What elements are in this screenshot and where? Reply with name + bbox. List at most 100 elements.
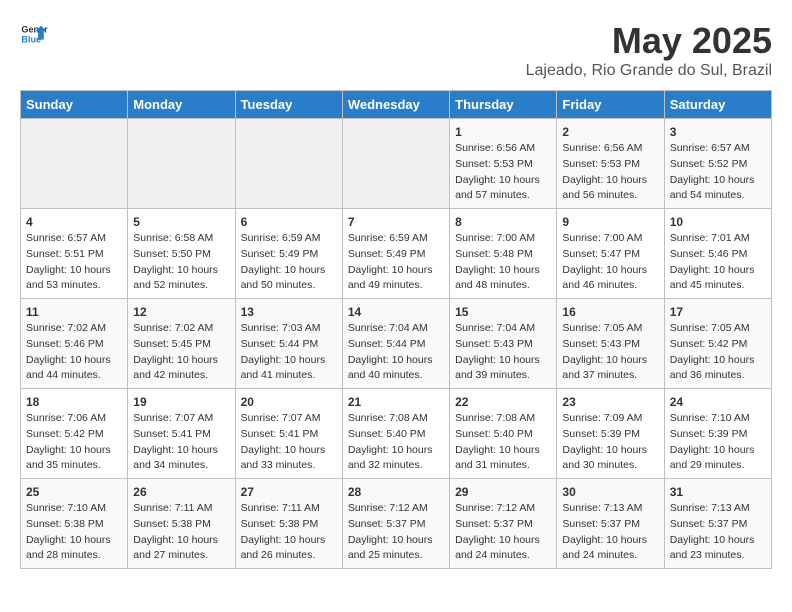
day-info-line: Sunset: 5:38 PM <box>26 517 122 533</box>
day-number: 19 <box>133 393 229 411</box>
day-info-line: and 48 minutes. <box>455 278 551 294</box>
day-number: 14 <box>348 303 444 321</box>
day-info-line: Sunrise: 7:08 AM <box>455 411 551 427</box>
day-number: 2 <box>562 123 658 141</box>
day-info-line: Sunset: 5:46 PM <box>670 247 766 263</box>
day-info-line: Daylight: 10 hours <box>455 533 551 549</box>
day-info-line: Sunset: 5:39 PM <box>670 427 766 443</box>
day-info-line: Sunset: 5:46 PM <box>26 337 122 353</box>
day-info-line: and 37 minutes. <box>562 368 658 384</box>
day-info-line: Sunrise: 6:59 AM <box>241 231 337 247</box>
day-info-line: Sunset: 5:51 PM <box>26 247 122 263</box>
calendar-subtitle: Lajeado, Rio Grande do Sul, Brazil <box>526 62 772 80</box>
day-info-line: and 24 minutes. <box>455 548 551 564</box>
day-info-line: Sunrise: 7:11 AM <box>241 501 337 517</box>
day-info-line: Sunrise: 7:02 AM <box>133 321 229 337</box>
day-number: 1 <box>455 123 551 141</box>
day-cell: 11Sunrise: 7:02 AMSunset: 5:46 PMDayligh… <box>21 299 128 389</box>
day-cell: 29Sunrise: 7:12 AMSunset: 5:37 PMDayligh… <box>450 479 557 569</box>
day-number: 13 <box>241 303 337 321</box>
day-cell: 9Sunrise: 7:00 AMSunset: 5:47 PMDaylight… <box>557 209 664 299</box>
day-info-line: Sunrise: 7:00 AM <box>562 231 658 247</box>
day-info-line: Sunset: 5:48 PM <box>455 247 551 263</box>
day-info-line: Sunset: 5:49 PM <box>348 247 444 263</box>
day-info-line: Daylight: 10 hours <box>562 173 658 189</box>
day-info-line: Sunset: 5:38 PM <box>133 517 229 533</box>
day-info-line: Sunset: 5:43 PM <box>455 337 551 353</box>
day-number: 15 <box>455 303 551 321</box>
day-cell: 17Sunrise: 7:05 AMSunset: 5:42 PMDayligh… <box>664 299 771 389</box>
day-info-line: Sunrise: 7:08 AM <box>348 411 444 427</box>
day-cell: 22Sunrise: 7:08 AMSunset: 5:40 PMDayligh… <box>450 389 557 479</box>
day-info-line: and 50 minutes. <box>241 278 337 294</box>
day-info-line: Sunrise: 6:57 AM <box>670 141 766 157</box>
day-info-line: and 25 minutes. <box>348 548 444 564</box>
day-info-line: and 31 minutes. <box>455 458 551 474</box>
day-info-line: Sunrise: 7:12 AM <box>348 501 444 517</box>
header-cell-wednesday: Wednesday <box>342 91 449 119</box>
day-info-line: Sunset: 5:47 PM <box>562 247 658 263</box>
day-cell: 15Sunrise: 7:04 AMSunset: 5:43 PMDayligh… <box>450 299 557 389</box>
day-number: 17 <box>670 303 766 321</box>
day-info-line: Daylight: 10 hours <box>133 263 229 279</box>
day-cell: 18Sunrise: 7:06 AMSunset: 5:42 PMDayligh… <box>21 389 128 479</box>
day-info-line: Sunrise: 7:13 AM <box>670 501 766 517</box>
day-info-line: Sunrise: 6:56 AM <box>562 141 658 157</box>
day-info-line: Sunset: 5:38 PM <box>241 517 337 533</box>
day-info-line: and 35 minutes. <box>26 458 122 474</box>
logo: General Blue <box>20 20 48 48</box>
day-info-line: Daylight: 10 hours <box>26 353 122 369</box>
day-info-line: Sunset: 5:42 PM <box>26 427 122 443</box>
week-row-4: 18Sunrise: 7:06 AMSunset: 5:42 PMDayligh… <box>21 389 772 479</box>
day-number: 11 <box>26 303 122 321</box>
page-header: General Blue May 2025 Lajeado, Rio Grand… <box>20 20 772 80</box>
day-info-line: and 46 minutes. <box>562 278 658 294</box>
day-cell: 25Sunrise: 7:10 AMSunset: 5:38 PMDayligh… <box>21 479 128 569</box>
day-info-line: Sunrise: 7:06 AM <box>26 411 122 427</box>
day-info-line: Sunset: 5:40 PM <box>348 427 444 443</box>
day-info-line: Sunset: 5:41 PM <box>241 427 337 443</box>
day-cell: 20Sunrise: 7:07 AMSunset: 5:41 PMDayligh… <box>235 389 342 479</box>
day-info-line: Daylight: 10 hours <box>670 173 766 189</box>
day-cell: 14Sunrise: 7:04 AMSunset: 5:44 PMDayligh… <box>342 299 449 389</box>
day-info-line: Daylight: 10 hours <box>241 533 337 549</box>
day-info-line: Sunrise: 7:12 AM <box>455 501 551 517</box>
day-info-line: Daylight: 10 hours <box>26 443 122 459</box>
day-info-line: Daylight: 10 hours <box>133 533 229 549</box>
week-row-2: 4Sunrise: 6:57 AMSunset: 5:51 PMDaylight… <box>21 209 772 299</box>
day-info-line: Daylight: 10 hours <box>562 353 658 369</box>
day-info-line: and 40 minutes. <box>348 368 444 384</box>
day-info-line: and 34 minutes. <box>133 458 229 474</box>
day-number: 22 <box>455 393 551 411</box>
day-info-line: Sunset: 5:39 PM <box>562 427 658 443</box>
day-info-line: Sunrise: 6:57 AM <box>26 231 122 247</box>
day-cell: 30Sunrise: 7:13 AMSunset: 5:37 PMDayligh… <box>557 479 664 569</box>
day-info-line: Sunrise: 6:59 AM <box>348 231 444 247</box>
day-number: 7 <box>348 213 444 231</box>
day-info-line: Sunrise: 7:03 AM <box>241 321 337 337</box>
day-info-line: Daylight: 10 hours <box>348 443 444 459</box>
day-info-line: Sunrise: 6:56 AM <box>455 141 551 157</box>
day-number: 27 <box>241 483 337 501</box>
day-cell: 2Sunrise: 6:56 AMSunset: 5:53 PMDaylight… <box>557 119 664 209</box>
day-info-line: Sunset: 5:37 PM <box>348 517 444 533</box>
day-info-line: Daylight: 10 hours <box>26 533 122 549</box>
day-info-line: and 30 minutes. <box>562 458 658 474</box>
day-info-line: and 32 minutes. <box>348 458 444 474</box>
day-info-line: Daylight: 10 hours <box>670 263 766 279</box>
day-info-line: Sunrise: 7:05 AM <box>670 321 766 337</box>
day-number: 16 <box>562 303 658 321</box>
day-info-line: Sunset: 5:52 PM <box>670 157 766 173</box>
day-info-line: Daylight: 10 hours <box>348 263 444 279</box>
day-number: 26 <box>133 483 229 501</box>
day-info-line: and 26 minutes. <box>241 548 337 564</box>
day-info-line: Daylight: 10 hours <box>241 263 337 279</box>
day-info-line: Sunrise: 7:04 AM <box>348 321 444 337</box>
day-cell: 10Sunrise: 7:01 AMSunset: 5:46 PMDayligh… <box>664 209 771 299</box>
day-info-line: Daylight: 10 hours <box>241 443 337 459</box>
day-cell: 5Sunrise: 6:58 AMSunset: 5:50 PMDaylight… <box>128 209 235 299</box>
day-info-line: and 39 minutes. <box>455 368 551 384</box>
day-info-line: Sunrise: 7:09 AM <box>562 411 658 427</box>
day-cell: 23Sunrise: 7:09 AMSunset: 5:39 PMDayligh… <box>557 389 664 479</box>
day-cell: 3Sunrise: 6:57 AMSunset: 5:52 PMDaylight… <box>664 119 771 209</box>
